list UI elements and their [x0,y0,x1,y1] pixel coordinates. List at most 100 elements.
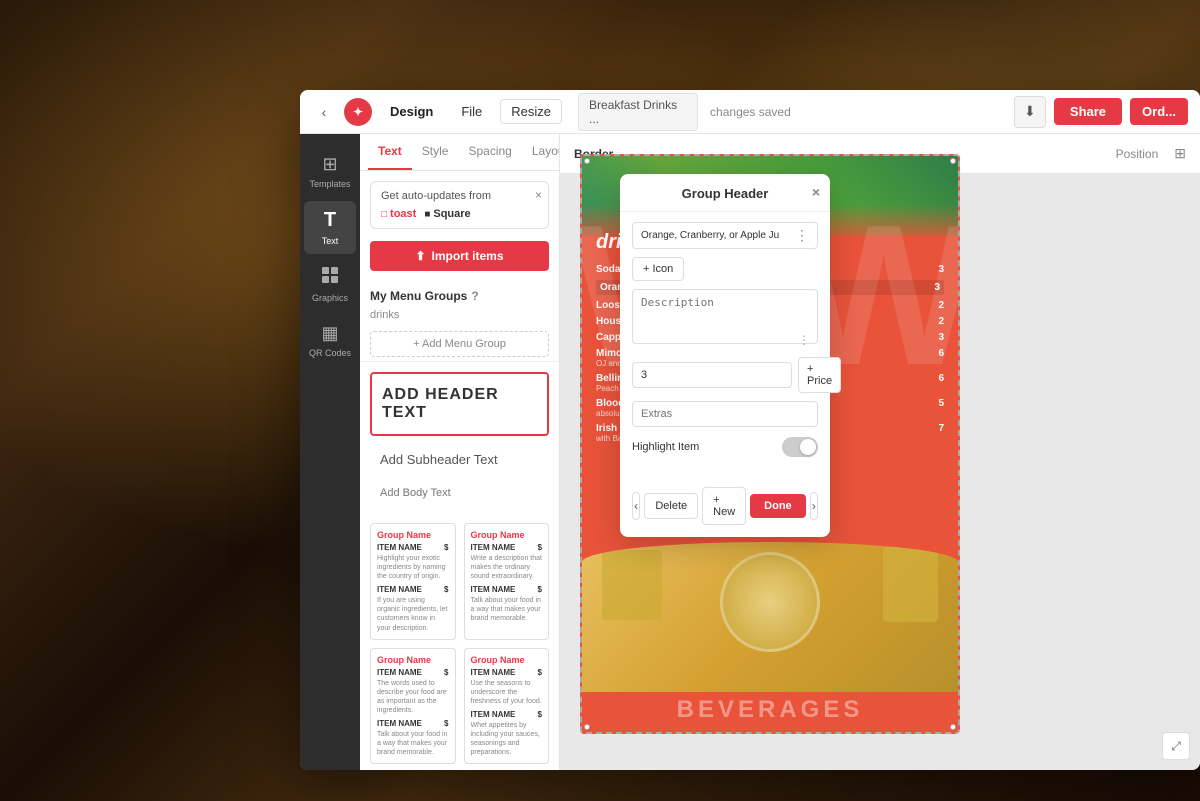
prev-item-button[interactable]: ‹ [632,492,640,520]
card4-item2-desc: Whet appetites by including your sauces,… [471,721,543,757]
banner-close-button[interactable]: × [535,188,542,202]
doc-name-input[interactable]: Breakfast Drinks ... [578,93,698,131]
add-price-button[interactable]: + Price [798,357,841,393]
beverages-text: BEVERAGES [582,696,958,724]
import-icon: ⬆ [415,249,425,263]
highlight-item-row: Highlight Item [632,437,818,457]
sidebar-item-graphics[interactable]: Graphics [304,258,356,311]
sidebar-item-text[interactable]: T Text [304,201,356,254]
card1-group-name: Group Name [377,530,449,540]
share-button[interactable]: Share [1054,98,1122,125]
layout-card-1[interactable]: Group Name ITEM NAME $ Highlight your ex… [370,523,456,640]
sidebar-item-templates[interactable]: ⊞ Templates [304,146,356,197]
new-item-button[interactable]: + New [702,487,746,525]
header-text-element[interactable]: ADD HEADER TEXT [370,372,549,436]
card3-item2-desc: Talk about your food in a way that makes… [377,730,449,757]
sidebar-item-qrcodes[interactable]: ▦ QR Codes [304,315,356,366]
my-menu-groups-label: My Menu Groups [370,289,467,303]
item-name-menu-icon[interactable]: ⋮ [787,227,817,244]
item-name-input[interactable] [633,223,787,248]
subheader-text-element[interactable]: Add Subheader Text [370,444,549,475]
app-logo: ✦ [344,98,372,126]
tab-spacing[interactable]: Spacing [458,134,521,170]
card1-item1-row: ITEM NAME $ [377,543,449,552]
modal-body: ⋮ + Icon ⋮ + Price Highlight Item [620,212,830,479]
card4-item1-desc: Use the seasons to underscore the freshn… [471,679,543,706]
help-icon[interactable]: ? [471,289,478,303]
text-panel-tabs: Text Style Spacing Layout [360,134,559,171]
resize-tab[interactable]: Resize [500,99,562,124]
tab-style[interactable]: Style [412,134,459,170]
import-label: Import items [432,249,504,263]
done-button[interactable]: Done [750,494,806,518]
card3-item2-row: ITEM NAME $ [377,719,449,728]
canvas-area: Border Position ⊞ SAFE ZONE + 🗑 [560,134,1200,770]
back-button[interactable]: ‹ [312,100,336,124]
toggle-knob [800,439,816,455]
card4-item1-row: ITEM NAME $ [471,668,543,677]
text-label: Text [322,236,339,246]
price-row: + Price [632,357,818,393]
import-items-button[interactable]: ⬆ Import items [370,241,549,271]
banner-logos: □ toast ■ Square [381,208,538,220]
card2-item2-desc: Talk about your food in a way that makes… [471,596,543,623]
card2-group-name: Group Name [471,530,543,540]
card1-item2-row: ITEM NAME $ [377,585,449,594]
group-name-item[interactable]: drinks [360,307,559,327]
download-button[interactable]: ⬇ [1014,96,1046,128]
file-tab[interactable]: File [451,100,492,123]
price-input[interactable] [632,362,792,388]
layout-card-3[interactable]: Group Name ITEM NAME $ The words used to… [370,648,456,765]
my-menu-groups-header: My Menu Groups ? [360,281,559,307]
add-menu-group-button[interactable]: + Add Menu Group [370,331,549,357]
templates-icon: ⊞ [322,154,337,175]
expand-button[interactable]: ⤢ [1162,732,1190,760]
card3-item1-row: ITEM NAME $ [377,668,449,677]
tab-layout[interactable]: Layout [522,134,560,170]
extras-input[interactable] [632,401,818,427]
group-layouts: Group Name ITEM NAME $ Highlight your ex… [360,515,559,770]
header-text-section: ADD HEADER TEXT Add Subheader Text Add B… [360,361,559,515]
drink-price-5: 6 [928,348,944,368]
card2-item1-row: ITEM NAME $ [471,543,543,552]
grid-icon[interactable]: ⊞ [1174,145,1186,162]
description-textarea[interactable] [632,289,818,344]
card3-group-name: Group Name [377,655,449,665]
templates-label: Templates [309,179,350,189]
highlight-toggle[interactable] [782,437,818,457]
qrcodes-icon: ▦ [321,323,338,344]
drink-price-4: 3 [928,332,944,343]
toast-logo[interactable]: □ toast [381,208,416,220]
body-text-element[interactable]: Add Body Text [370,481,549,505]
menu-bottom-image [582,542,958,692]
order-button[interactable]: Ord... [1130,98,1188,125]
card1-item2-desc: If you are using organic ingredients, le… [377,596,449,632]
drink-price-7: 5 [928,398,944,418]
icon-add-button[interactable]: + Icon [632,257,684,281]
corner-dot-bl [584,724,590,730]
layout-card-4[interactable]: Group Name ITEM NAME $ Use the seasons t… [464,648,550,765]
design-tab[interactable]: Design [380,100,443,123]
card4-item2-row: ITEM NAME $ [471,710,543,719]
main-body: ⊞ Templates T Text Graphics ▦ QR Codes [300,134,1200,770]
graphics-label: Graphics [312,293,348,303]
changes-saved-status: changes saved [710,105,791,119]
modal-footer: ‹ Delete + New Done › [620,479,830,537]
modal-header: Group Header × [620,174,830,212]
nav-right-actions: ⬇ Share Ord... [1014,96,1188,128]
square-logo[interactable]: ■ Square [424,208,470,220]
drink-price-1: 3 [924,282,940,293]
description-menu-icon[interactable]: ⋮ [798,333,810,347]
layout-card-2[interactable]: Group Name ITEM NAME $ Write a descripti… [464,523,550,640]
drink-price-3: 2 [928,316,944,327]
modal-close-button[interactable]: × [812,184,820,200]
modal-title: Group Header [682,186,769,201]
delete-item-button[interactable]: Delete [644,493,698,519]
tab-text[interactable]: Text [368,134,412,170]
next-item-button[interactable]: › [810,492,818,520]
highlight-label: Highlight Item [632,441,699,453]
top-nav: ‹ ✦ Design File Resize Breakfast Drinks … [300,90,1200,134]
position-label: Position [1116,147,1159,161]
text-icon: T [324,209,336,232]
card1-item1-desc: Highlight your exotic ingredients by nam… [377,554,449,581]
